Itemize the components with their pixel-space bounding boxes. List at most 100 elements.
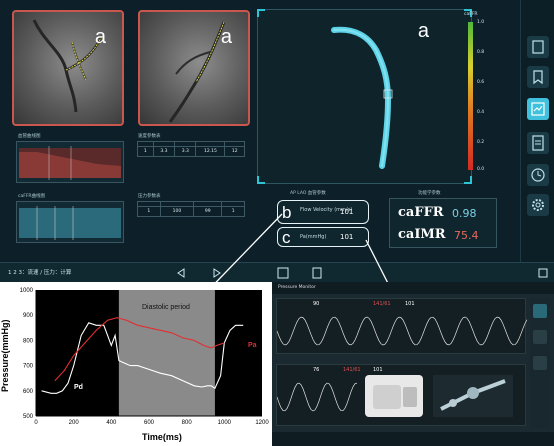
colorbar-tick: 0.0 <box>477 167 485 172</box>
caffr-curve-label: caFFR曲线图 <box>18 194 46 199</box>
x-tick-label: 1000 <box>218 420 232 426</box>
y-axis-label: Pressure(mmHg) <box>0 319 10 392</box>
pressure-chart-svg: 0 200 400 600 800 1000 1200 500 600 700 800 900 1000 <box>20 288 270 426</box>
y-tick-label: 500 <box>23 414 34 420</box>
device-photo-sensor <box>365 375 423 417</box>
vessel-curve-chart <box>16 141 124 183</box>
function-param-header: 功能学参数 <box>418 191 441 196</box>
sensor-body <box>373 385 401 409</box>
velocity-table-label: 速度参数表 <box>138 134 161 139</box>
vessel-curve-label: 血管曲线图 <box>18 134 41 139</box>
table-cell: 12 <box>224 146 245 157</box>
report-button[interactable] <box>527 132 549 154</box>
x-tick-label: 1200 <box>255 420 269 426</box>
monitor-title: Pressure Monitor <box>278 285 316 290</box>
flow-velocity-callout[interactable]: b Flow Velocity (mm/s) 101 <box>277 200 369 224</box>
vessel-drawing-right <box>168 21 226 123</box>
clock-icon <box>531 168 545 182</box>
expand-icon[interactable] <box>536 266 550 280</box>
results-panel: caFFR 0.98 caIMR 75.4 <box>389 198 497 248</box>
pressure-monitor: Pressure Monitor 90 141/61 101 76 141/61… <box>272 282 554 446</box>
map-value-2: 101 <box>373 367 383 373</box>
y-tick-label: 800 <box>23 338 34 344</box>
pressure-table-label: 压力参数表 <box>138 194 161 199</box>
arrow-right-icon[interactable] <box>210 266 224 280</box>
settings-button[interactable] <box>527 194 549 216</box>
waveform-1 <box>277 316 527 346</box>
caimr-value: 75.4 <box>454 229 479 242</box>
hr-value-1: 90 <box>313 301 320 307</box>
colorbar-tick: 0.4 <box>477 110 485 115</box>
table-row: 1 3.3 3.3 12.15 12 <box>137 146 245 157</box>
gear-icon <box>532 199 544 211</box>
waveform-2 <box>277 382 357 412</box>
table-cell: 3.3 <box>152 146 176 157</box>
pressure-label: Pa(mmHg) <box>300 234 327 240</box>
bp-value-1: 141/61 <box>373 301 391 307</box>
caffr-value: 0.98 <box>452 207 477 220</box>
pressure-callout[interactable]: c Pa(mmHg) 101 <box>277 227 369 247</box>
table-cell: 1 <box>137 206 161 217</box>
monitor-header: Pressure Monitor <box>272 282 554 294</box>
table-cell: 12.15 <box>195 146 226 157</box>
analysis-workspace: a a 血管曲线图 caFFR曲线图 速度参数表 1 3.3 3.3 12.15… <box>0 0 554 262</box>
right-toolbar <box>520 0 554 262</box>
table-cell: 100 <box>159 206 195 217</box>
arrow-left-icon[interactable] <box>174 266 188 280</box>
y-tick-label: 1000 <box>20 288 34 294</box>
caffr-colorbar: caFFR 1.0 0.8 0.6 0.4 0.2 0.0 <box>464 12 490 184</box>
callout-letter-b: b <box>282 203 292 222</box>
step-bar: 1 2 3：流速 / 压力：计算 <box>0 262 554 282</box>
pressure-chart: 0 200 400 600 800 1000 1200 500 600 700 800 900 1000… <box>0 282 272 446</box>
history-button[interactable] <box>527 164 549 186</box>
waveform-panel-2: 76 141/61 101 <box>276 364 526 426</box>
sensor-module <box>403 387 417 407</box>
callout-letter-c: c <box>282 228 291 247</box>
diastolic-label: Diastolic period <box>142 304 190 311</box>
chart-icon <box>531 102 545 116</box>
panel-letter-a-right: a <box>220 26 232 48</box>
colorbar-tick: 0.2 <box>477 140 485 145</box>
document-icon <box>532 135 544 151</box>
colorbar-title: caFFR <box>464 12 478 17</box>
panel-letter-a-3d: a <box>417 20 429 42</box>
pd-label: Pd <box>74 384 83 391</box>
monitor-tool-button[interactable] <box>533 356 547 370</box>
angiogram-right[interactable]: a <box>138 10 250 126</box>
monitor-tool-button[interactable] <box>533 330 547 344</box>
angiogram-left[interactable]: a <box>12 10 124 126</box>
pressure-value: 101 <box>340 233 354 241</box>
vessel-3d-shape <box>331 26 393 169</box>
caffr-name: caFFR <box>398 205 444 220</box>
step-indicator[interactable]: 1 2 3：流速 / 压力：计算 <box>8 268 71 276</box>
analysis-button[interactable] <box>527 98 549 120</box>
x-tick-label: 400 <box>106 420 117 426</box>
pressure-table: 1 100 99 1 <box>137 201 245 217</box>
flow-velocity-value: 101 <box>340 208 354 216</box>
bookmark-button[interactable] <box>527 66 549 88</box>
x-tick-label: 800 <box>182 420 193 426</box>
device-photo-catheter <box>433 375 513 417</box>
bp-value-2: 141/61 <box>343 367 361 373</box>
x-tick-label: 600 <box>144 420 155 426</box>
colorbar-tick: 0.8 <box>477 50 485 55</box>
vessel-param-header: AP LAO 血管参数 <box>290 191 326 196</box>
vessel-curve-graphic <box>19 146 121 180</box>
colorbar-tick: 1.0 <box>477 20 485 25</box>
bookmark-icon <box>533 70 543 85</box>
vessel-3d-render[interactable]: a <box>257 9 472 184</box>
hr-value-2: 76 <box>313 367 320 373</box>
y-tick-label: 900 <box>23 313 34 319</box>
caffr-curve-graphic <box>19 206 121 240</box>
x-tick-label: 0 <box>34 420 38 426</box>
table-row: 1 100 99 1 <box>137 206 245 217</box>
table-cell: 3.3 <box>174 146 197 157</box>
caffr-curve-chart <box>16 201 124 243</box>
monitor-tool-button[interactable] <box>533 304 547 318</box>
document-icon[interactable] <box>310 266 324 280</box>
image-icon[interactable] <box>276 266 290 280</box>
monitor-footer <box>272 432 554 446</box>
vessel-drawing-left <box>32 19 104 113</box>
layers-button[interactable] <box>527 36 549 58</box>
colorbar-gradient <box>468 22 473 170</box>
